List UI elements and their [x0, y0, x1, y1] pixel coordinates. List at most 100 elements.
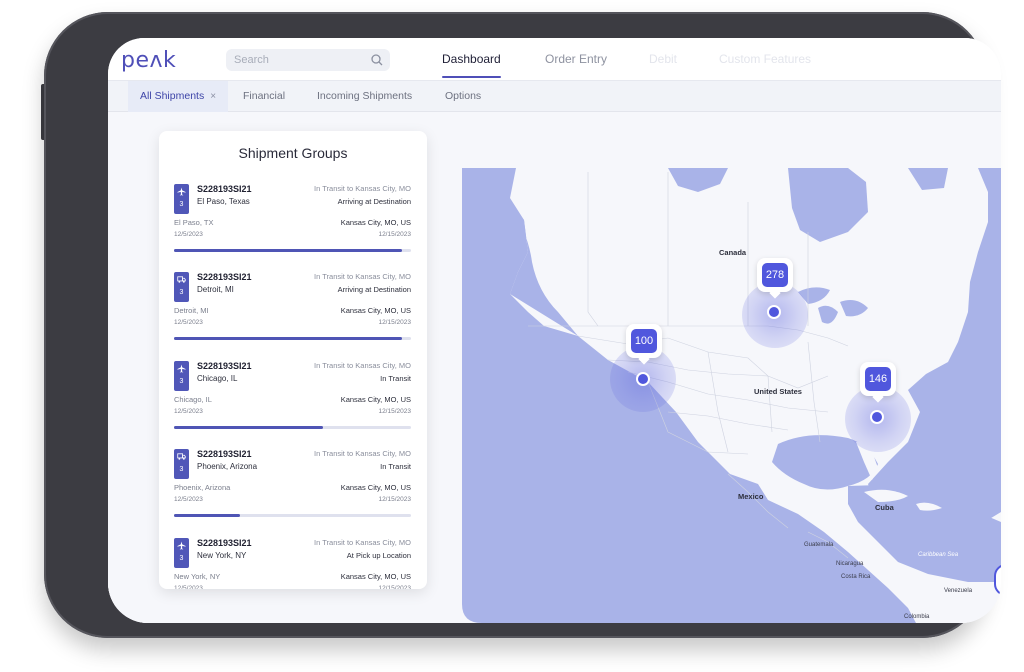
shipment-origin: New York, NY [197, 551, 247, 560]
map-label-caribbean-sea: Caribbean Sea [918, 552, 959, 558]
shipment-to: Kansas City, MO, US [340, 483, 411, 492]
cluster-count: 146 [865, 367, 891, 391]
shipment-end-date: 12/15/2023 [378, 231, 411, 238]
progress-fill [174, 249, 402, 252]
shipment-id[interactable]: S228193SI21 [197, 184, 252, 194]
shipment-card[interactable]: 3 S228193SI21 New York, NY In Transit to Ka… [174, 538, 411, 589]
shipment-progress-bar [174, 337, 411, 340]
transport-mode-badge: 3 [174, 272, 189, 302]
progress-fill [174, 337, 402, 340]
shipment-id[interactable]: S228193SI21 [197, 361, 252, 371]
cluster-count-badge[interactable]: 146 [860, 362, 896, 396]
progress-fill [174, 426, 324, 429]
close-icon[interactable]: × [210, 91, 216, 102]
shipment-status: At Pick up Location [346, 551, 411, 560]
shipment-route: In Transit to Kansas City, MO [314, 272, 411, 281]
shipment-origin: Detroit, MI [197, 285, 234, 294]
transport-mode-badge: 3 [174, 449, 189, 479]
progress-fill [174, 514, 241, 517]
transport-mode-badge: 3 [174, 538, 189, 568]
shipment-from: New York, NY [174, 572, 221, 581]
map-label-united-states: United States [754, 387, 802, 396]
shipment-to: Kansas City, MO, US [340, 572, 411, 581]
shipment-progress-bar [174, 249, 411, 252]
shipment-count: 3 [179, 289, 184, 296]
shipment-start-date: 12/5/2023 [174, 585, 203, 589]
cluster-marker[interactable] [870, 410, 884, 424]
shipment-groups-panel: Shipment Groups 3 S228193SI21 El Paso, Tex… [159, 131, 427, 589]
tab-options[interactable]: Options [445, 81, 481, 112]
shipment-to: Kansas City, MO, US [340, 218, 411, 227]
cluster-count: 100 [631, 329, 657, 353]
shipment-from: El Paso, TX [174, 218, 214, 227]
shipment-to: Kansas City, MO, US [340, 306, 411, 315]
shipment-start-date: 12/5/2023 [174, 319, 203, 326]
nav-dashboard[interactable]: Dashboard [442, 38, 501, 80]
shipment-card[interactable]: 3 S228193SI21 Phoenix, Arizona In Transit t… [174, 449, 411, 531]
shipment-id[interactable]: S228193SI21 [197, 538, 252, 548]
shipment-start-date: 12/5/2023 [174, 408, 203, 415]
map-label-mexico: Mexico [738, 492, 764, 501]
peak-logo[interactable]: peʌk [121, 48, 176, 73]
tab-incoming-shipments[interactable]: Incoming Shipments [317, 81, 412, 112]
shipment-start-date: 12/5/2023 [174, 496, 203, 503]
map-label-guatemala: Guatemala [804, 542, 834, 548]
shipment-id[interactable]: S228193SI21 [197, 272, 252, 282]
shipment-card[interactable]: 3 S228193SI21 El Paso, Texas In Transit to … [174, 184, 411, 266]
nav-custom-features[interactable]: Custom Features [719, 38, 811, 80]
shipment-origin: Phoenix, Arizona [197, 462, 258, 471]
tab-label: All Shipments [140, 90, 205, 102]
cluster-count: 278 [762, 263, 788, 287]
shipment-from: Chicago, IL [174, 395, 212, 404]
tablet-frame: peʌk Dashboard Order Entry Debit Custom … [44, 12, 1001, 638]
shipment-tabs: All Shipments × Financial Incoming Shipme… [108, 80, 1001, 112]
shipment-start-date: 12/5/2023 [174, 231, 203, 238]
cluster-marker[interactable] [636, 372, 650, 386]
shipment-progress-bar [174, 514, 411, 517]
shipment-route: In Transit to Kansas City, MO [314, 184, 411, 193]
panel-title: Shipment Groups [238, 145, 348, 161]
shipment-status: In Transit [380, 462, 411, 471]
tab-financial[interactable]: Financial [243, 81, 285, 112]
map-label-cuba: Cuba [875, 503, 894, 512]
shipment-origin: Chicago, IL [197, 374, 238, 383]
nav-order-entry[interactable]: Order Entry [545, 38, 607, 80]
shipment-count: 3 [179, 466, 184, 473]
shipment-end-date: 12/15/2023 [378, 319, 411, 326]
shipment-id[interactable]: S228193SI21 [197, 449, 252, 459]
shipment-status: Arriving at Destination [337, 285, 411, 294]
cluster-marker[interactable] [767, 305, 781, 319]
map-label-venezuela: Venezuela [944, 588, 973, 594]
map-label-canada: Canada [719, 248, 747, 257]
app-screen: peʌk Dashboard Order Entry Debit Custom … [108, 38, 1001, 623]
transport-mode-badge: 3 [174, 184, 189, 214]
transport-mode-badge: 3 [174, 361, 189, 391]
shipment-end-date: 12/15/2023 [378, 496, 411, 503]
shipment-card[interactable]: 3 S228193SI21 Detroit, MI In Transit to Kan… [174, 272, 411, 354]
top-navigation-bar: peʌk Dashboard Order Entry Debit Custom … [108, 38, 1001, 80]
shipment-progress-bar [174, 426, 411, 429]
shipment-from: Phoenix, Arizona [174, 483, 231, 492]
shipment-end-date: 12/15/2023 [378, 585, 411, 589]
map-label-nicaragua: Nicaragua [836, 561, 864, 567]
shipment-to: Kansas City, MO, US [340, 395, 411, 404]
shipment-from: Detroit, MI [174, 306, 209, 315]
cluster-count-badge[interactable]: 278 [757, 258, 793, 292]
shipment-status: Arriving at Destination [337, 197, 411, 206]
shipment-origin: El Paso, Texas [197, 197, 250, 206]
shipment-route: In Transit to Kansas City, MO [314, 361, 411, 370]
tab-all-shipments[interactable]: All Shipments × [128, 81, 229, 112]
search-box[interactable] [226, 49, 390, 71]
cluster-count-badge[interactable]: 100 [626, 324, 662, 358]
shipment-count: 3 [179, 378, 184, 385]
shipment-count: 3 [179, 555, 184, 562]
search-input[interactable] [234, 52, 364, 68]
shipment-card[interactable]: 3 S228193SI21 Chicago, IL In Transit to Kan… [174, 361, 411, 443]
shipment-route: In Transit to Kansas City, MO [314, 538, 411, 547]
shipment-count: 3 [179, 201, 184, 208]
search-icon[interactable] [370, 53, 384, 67]
map-label-colombia: Colombia [904, 614, 930, 620]
shipment-end-date: 12/15/2023 [378, 408, 411, 415]
shipment-route: In Transit to Kansas City, MO [314, 449, 411, 458]
nav-debit[interactable]: Debit [649, 38, 677, 80]
